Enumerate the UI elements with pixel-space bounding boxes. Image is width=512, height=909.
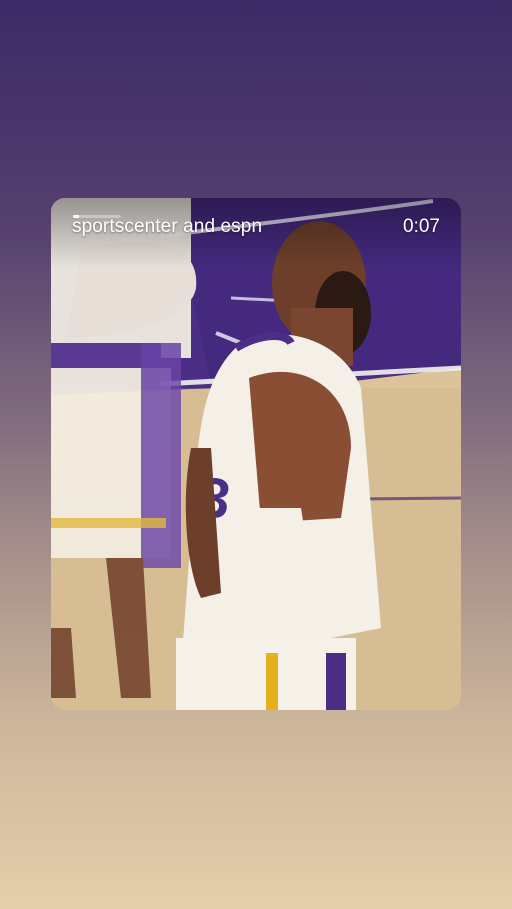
video-frame[interactable]: 3	[51, 198, 461, 710]
story-timestamp: 0:07	[403, 216, 440, 237]
story-author-name[interactable]: sportscenter and espn	[72, 216, 262, 238]
story-media-card[interactable]: 3 sportscenter and espn 0:07	[51, 198, 461, 710]
